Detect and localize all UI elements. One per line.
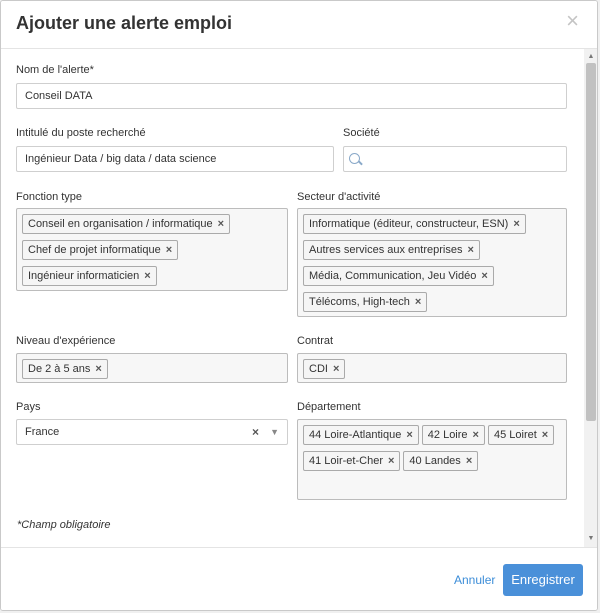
remove-tag-icon[interactable]: × [473,429,479,441]
function-type-tags: Conseil en organisation / informatique ×C… [22,212,282,290]
scrollbar[interactable]: ▲ ▼ [584,49,597,547]
experience-label: Niveau d'expérience [16,335,116,347]
required-field-note: *Champ obligatoire [17,519,111,531]
remove-tag-icon[interactable]: × [513,218,519,230]
remove-tag-icon[interactable]: × [542,429,548,441]
country-value: France [25,426,60,438]
dialog-footer: Annuler Enregistrer [1,547,597,610]
tag-label: Informatique (éditeur, constructeur, ESN… [309,218,509,230]
function-type-select[interactable]: Conseil en organisation / informatique ×C… [16,208,288,291]
chevron-down-icon[interactable]: ▼ [270,420,279,444]
search-icon [349,153,360,164]
country-label: Pays [16,401,41,413]
tag-label: 40 Landes [409,455,461,467]
remove-tag-icon[interactable]: × [466,455,472,467]
experience-tags: De 2 à 5 ans × [22,357,282,383]
contract-tags: CDI × [303,357,561,383]
job-alert-dialog: Ajouter une alerte emploi × Nom de l'ale… [0,0,598,611]
tag-label: De 2 à 5 ans [28,363,91,375]
tag-label: Média, Communication, Jeu Vidéo [309,270,477,282]
tag-label: 45 Loiret [493,429,537,441]
tag-label: Conseil en organisation / informatique [28,218,213,230]
clear-icon[interactable]: × [252,420,259,444]
scroll-thumb[interactable] [586,63,596,421]
tag-label: 42 Loire [427,429,468,441]
contract-select[interactable]: CDI × [297,353,567,383]
selected-tag: Télécoms, High-tech × [303,292,428,312]
tag-label: Télécoms, High-tech [309,296,410,308]
selected-tag: 44 Loire-Atlantique × [303,425,419,445]
selected-tag: Informatique (éditeur, constructeur, ESN… [303,214,526,234]
selected-tag: De 2 à 5 ans × [22,359,108,379]
tag-label: Autres services aux entreprises [309,244,463,256]
remove-tag-icon[interactable]: × [144,270,150,282]
remove-tag-icon[interactable]: × [415,296,421,308]
alert-name-label: Nom de l'alerte* [16,64,94,76]
selected-tag: 42 Loire × [421,425,485,445]
remove-tag-icon[interactable]: × [218,218,224,230]
company-search-input[interactable] [343,146,567,172]
sector-select[interactable]: Informatique (éditeur, constructeur, ESN… [297,208,567,317]
dialog-body[interactable]: Nom de l'alerte* Conseil DATA Intitulé d… [1,49,584,547]
scroll-up-icon[interactable]: ▲ [584,51,597,63]
country-select[interactable]: France × ▼ [16,419,288,445]
experience-select[interactable]: De 2 à 5 ans × [16,353,288,383]
job-title-label: Intitulé du poste recherché [16,127,146,139]
remove-tag-icon[interactable]: × [481,270,487,282]
alert-name-input[interactable]: Conseil DATA [16,83,567,109]
tag-label: 41 Loir-et-Cher [309,455,383,467]
selected-tag: 45 Loiret × [487,425,555,445]
remove-tag-icon[interactable]: × [467,244,473,256]
sector-label: Secteur d'activité [297,191,381,203]
remove-tag-icon[interactable]: × [95,363,101,375]
selected-tag: Autres services aux entreprises × [303,240,480,260]
job-title-input[interactable]: Ingénieur Data / big data / data science [16,146,334,172]
selected-tag: 41 Loir-et-Cher × [303,451,401,471]
dialog-header: Ajouter une alerte emploi × [1,1,597,49]
save-button[interactable]: Enregistrer [503,564,583,596]
tag-label: Chef de projet informatique [28,244,161,256]
remove-tag-icon[interactable]: × [333,363,339,375]
department-select[interactable]: 44 Loire-Atlantique × 42 Loire × 45 Loiret ×4… [297,419,567,500]
tag-label: Ingénieur informaticien [28,270,140,282]
function-type-label: Fonction type [16,191,83,203]
tag-label: CDI [309,363,328,375]
selected-tag: CDI × [303,359,346,379]
department-label: Département [297,401,361,413]
close-icon[interactable]: × [566,10,579,32]
dialog-title: Ajouter une alerte emploi [16,13,233,33]
company-label: Société [343,127,380,139]
department-tags: 44 Loire-Atlantique × 42 Loire × 45 Loiret ×4… [303,423,561,475]
sector-tags: Informatique (éditeur, constructeur, ESN… [303,212,561,316]
selected-tag: Média, Communication, Jeu Vidéo × [303,266,494,286]
contract-label: Contrat [297,335,334,347]
cancel-button[interactable]: Annuler [454,573,495,587]
selected-tag: 40 Landes × [403,451,479,471]
tag-label: 44 Loire-Atlantique [309,429,402,441]
remove-tag-icon[interactable]: × [406,429,412,441]
scroll-down-icon[interactable]: ▼ [584,533,597,545]
selected-tag: Conseil en organisation / informatique × [22,214,231,234]
selected-tag: Chef de projet informatique × [22,240,179,260]
remove-tag-icon[interactable]: × [388,455,394,467]
selected-tag: Ingénieur informaticien × [22,266,157,286]
remove-tag-icon[interactable]: × [166,244,172,256]
